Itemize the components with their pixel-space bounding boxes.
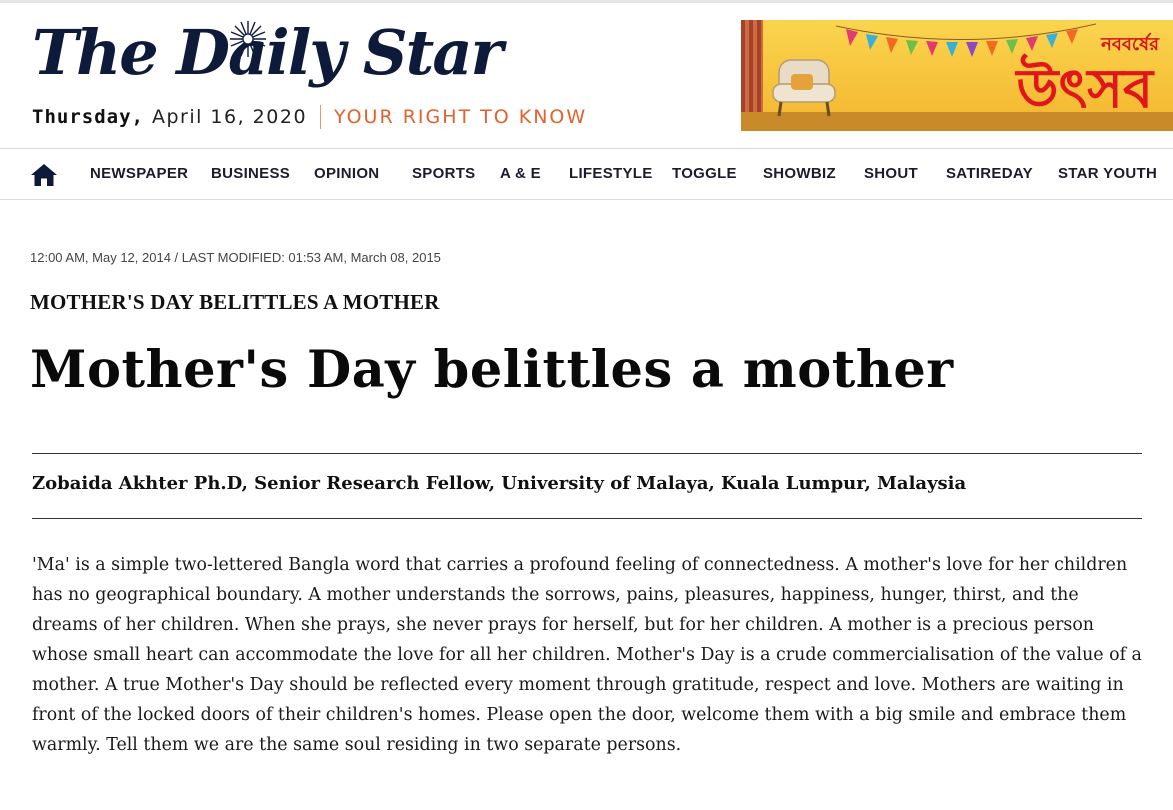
tagline: YOUR RIGHT TO KNOW [334, 106, 588, 128]
site-header: The Daily Star Thursday, April 16, 2020 … [0, 3, 1173, 148]
date-day: Thursday, [32, 106, 144, 128]
article-timestamp: 12:00 AM, May 12, 2014 / LAST MODIFIED: … [30, 250, 441, 265]
nav-item-satireday[interactable]: SATIREDAY [946, 149, 1033, 199]
nav-item-toggle[interactable]: TOGGLE [672, 149, 737, 199]
main-navigation: NEWSPAPER BUSINESS OPINION SPORTS A & E … [0, 148, 1173, 200]
article-body: 'Ma' is a simple two-lettered Bangla wor… [32, 555, 1142, 755]
article-byline: Zobaida Akhter Ph.D, Senior Research Fel… [32, 473, 967, 494]
nav-item-newspaper[interactable]: NEWSPAPER [90, 149, 188, 199]
dateline: Thursday, April 16, 2020 YOUR RIGHT TO K… [32, 105, 587, 129]
nav-item-business[interactable]: BUSINESS [211, 149, 290, 199]
nav-item-sports[interactable]: SPORTS [412, 149, 475, 199]
nav-item-opinion[interactable]: OPINION [314, 149, 379, 199]
dateline-divider [320, 105, 322, 129]
article-headline: Mother's Day belittles a mother [30, 340, 954, 400]
star-icon [230, 21, 266, 57]
article-kicker: MOTHER'S DAY BELITTLES A MOTHER [30, 290, 440, 314]
nav-item-arts-entertainment[interactable]: A & E [500, 149, 541, 199]
banner-title: উৎসব [1016, 57, 1153, 120]
date-text: April 16, 2020 [151, 106, 308, 128]
armchair-icon [772, 59, 836, 117]
nav-item-lifestyle[interactable]: LIFESTYLE [569, 149, 653, 199]
nav-item-shout[interactable]: SHOUT [864, 149, 918, 199]
home-icon[interactable] [30, 163, 58, 187]
advertisement-banner[interactable]: নববর্ষের উৎসব [741, 20, 1173, 131]
nav-item-star-youth[interactable]: STAR YOUTH [1058, 149, 1157, 199]
byline-bottom-divider [32, 518, 1142, 519]
site-logo[interactable]: The Daily Star [32, 13, 503, 93]
nav-item-showbiz[interactable]: SHOWBIZ [763, 149, 836, 199]
byline-top-divider [32, 453, 1142, 454]
